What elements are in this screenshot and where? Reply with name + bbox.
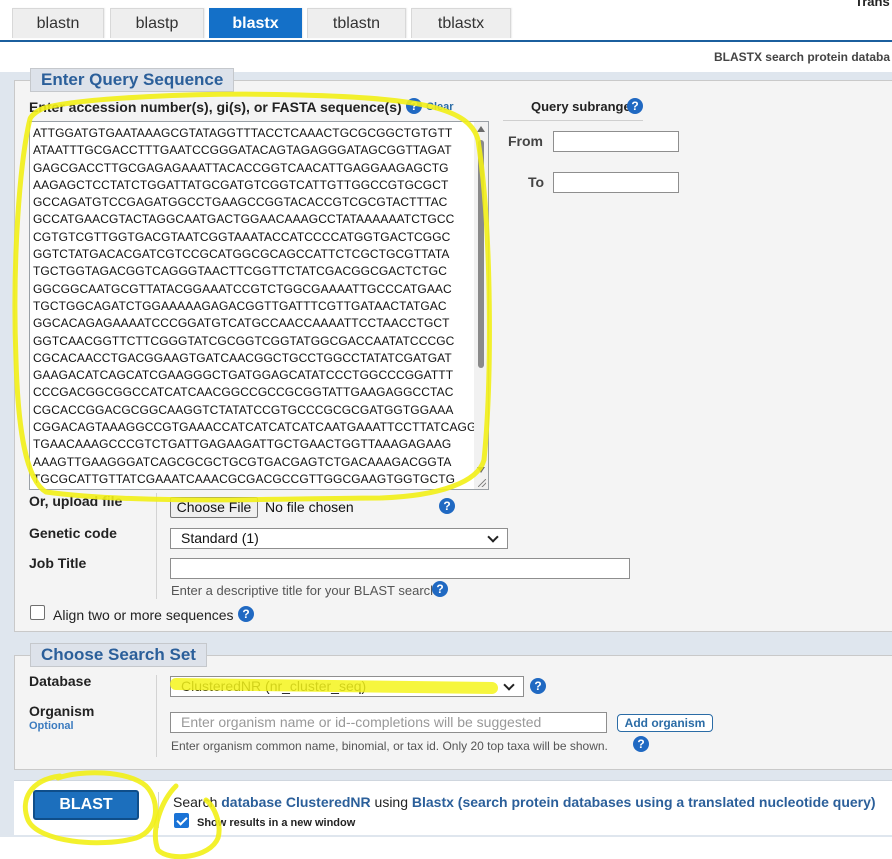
sequence-line: CGGACAGTAAAGGCCGTGAAACCATCATCATCATCAATGA… (33, 420, 477, 435)
accession-help-icon[interactable]: ? (406, 98, 422, 114)
sequence-line: CCCGACGGCGGCCATCATCAACGGCCGCCGCGGTATTGAA… (33, 385, 454, 400)
sequence-line: TGCTGGTAGACGGTCAGGGTAACTTCGGTTCTATCGACGG… (33, 264, 447, 279)
upload-help-icon[interactable]: ? (439, 498, 455, 514)
page-subtitle: BLASTX search protein databa (713, 50, 890, 64)
job-title-hint: Enter a descriptive title for your BLAST… (171, 583, 438, 598)
database-help-icon[interactable]: ? (530, 678, 546, 694)
genetic-code-label: Genetic code (29, 525, 117, 541)
sequence-line: AAAGTTGAAGGGATCAGCGCGCTGCGTGACGAGTCTGACA… (33, 454, 452, 469)
genetic-code-value: Standard (1) (181, 530, 259, 546)
organism-optional-label: Optional (29, 720, 74, 732)
sequence-line: TGCTGGCAGATCTGGAAAAAGAGACGGTTGATTTCGTTGA… (33, 298, 447, 313)
chevron-down-icon (487, 531, 499, 543)
organism-label: Organism (29, 703, 95, 719)
job-title-label: Job Title (29, 555, 87, 571)
sequence-line: CGCACCGGACGCGGCAAGGTCTATATCCGTGCCCGCGCGA… (33, 402, 454, 417)
tab-tblastx[interactable]: tblastx (411, 8, 511, 38)
scroll-down-arrow-icon[interactable] (477, 467, 485, 473)
tab-blastx[interactable]: blastx (209, 8, 302, 38)
to-label: To (528, 174, 545, 190)
sequence-line: GGTCAACGGTTCTTCGGGTATCGCGGTCGGTATGGCGACC… (33, 333, 455, 348)
tab-tblastn[interactable]: tblastn (307, 8, 406, 38)
sequence-line: CGCACAACCTGACGGAAGTGATCAACGGCTGCCTGGCCTA… (33, 350, 452, 365)
form-divider-line (156, 493, 157, 599)
subrange-from-input[interactable] (553, 131, 679, 152)
align-sequences-checkbox[interactable] (30, 605, 45, 620)
sequence-line: AACAACCTCTATTCGCTGACTCAGCTGCAGGTCTCTTTTG… (33, 488, 476, 489)
subrange-to-input[interactable] (553, 172, 679, 193)
scroll-up-arrow-icon[interactable] (477, 126, 485, 132)
tab-blastn[interactable]: blastn (12, 8, 104, 38)
organism-hint: Enter organism common name, binomial, or… (171, 739, 608, 753)
job-title-help-icon[interactable]: ? (432, 581, 448, 597)
sequence-line: GAGCGACCTTGCGAGAGAAATTACACCGGTCAACATTGAG… (33, 160, 449, 175)
organism-placeholder: Enter organism name or id--completions w… (181, 714, 542, 730)
genetic-code-select[interactable]: Standard (1) (170, 528, 508, 549)
blast-button[interactable]: BLAST (33, 790, 139, 820)
upload-label: Or, upload file (29, 493, 123, 509)
search-description: Search database ClusteredNR using Blastx… (173, 794, 876, 810)
header-cutoff-text: Trans (855, 0, 890, 9)
sequence-line: CGTGTCGTTGGTGACGTAATCGGTAAATACCATCCCCATG… (33, 229, 451, 244)
program-tab-bar: blastn blastp blastx tblastn tblastx Tra… (0, 0, 892, 43)
sequence-line: GGCGGCAATGCGTTATACGGAAATCCGTCTGGCGAAAATT… (33, 281, 452, 296)
tab-blastp[interactable]: blastp (110, 8, 204, 38)
chevron-down-icon (503, 679, 515, 691)
align-help-icon[interactable]: ? (238, 606, 254, 622)
organism-help-icon[interactable]: ? (633, 736, 649, 752)
align-sequences-label: Align two or more sequences (53, 607, 234, 623)
subrange-help-icon[interactable]: ? (627, 98, 643, 114)
sequence-line: TGAACAAAGCCCGTCTGATTGAGAAGATTGCTGAACTGGT… (33, 437, 452, 452)
from-label: From (508, 133, 543, 149)
scrollbar-thumb[interactable] (478, 140, 484, 368)
job-title-input[interactable] (170, 558, 630, 579)
organism-input[interactable]: Enter organism name or id--completions w… (170, 712, 607, 733)
clear-link[interactable]: Clear (426, 101, 454, 113)
accession-label: Enter accession number(s), gi(s), or FAS… (29, 99, 402, 115)
sequence-line: GGCACAGAGAAAATCCCGGATGTCATGCCAACCAAAATTC… (33, 316, 450, 331)
subrange-label: Query subrange (531, 99, 631, 114)
query-legend: Enter Query Sequence (30, 68, 235, 92)
search-set-legend: Choose Search Set (30, 643, 207, 667)
query-sequence-text: ATTGGATGTGAATAAAGCGTATAGGTTTACCTCAAACTGC… (33, 125, 477, 489)
search-using-word: using (374, 794, 408, 810)
database-label: Database (29, 673, 92, 689)
new-window-label: Show results in a new window (197, 817, 356, 829)
no-file-text: No file chosen (265, 499, 354, 515)
choose-file-button[interactable]: Choose File (170, 497, 258, 518)
sequence-line: TGCGCATTGTTATCGAAATCAAACGCGACGCCGTTGGCGA… (33, 471, 456, 486)
add-organism-button[interactable]: Add organism (617, 714, 713, 732)
search-set-divider (156, 675, 157, 757)
footer-divider (158, 792, 159, 828)
sequence-line: GCCATGAACGTACTAGGCAATGACTGGAACAAAGCCTATA… (33, 212, 455, 227)
sequence-line: AAGAGCTCCTATCTGGATTATGCGATGTCGGTCATTGTTG… (33, 177, 449, 192)
new-window-checkbox[interactable] (174, 813, 189, 828)
sequence-line: ATTGGATGTGAATAAAGCGTATAGGTTTACCTCAAACTGC… (33, 126, 453, 140)
sequence-line: GCCAGATGTCCGAGATGGCCTGAAGCCGGTACACCGTCGC… (33, 195, 448, 210)
database-value: ClusteredNR (nr_cluster_seq) (181, 678, 367, 694)
sequence-line: ATAATTTGCGACCTTTGAATCCGGGATACAGTAGAGGGAT… (33, 143, 452, 158)
sequence-line: GAAGACATCAGCATCGAAGGGCTGATGGAGCATATCCCTG… (33, 368, 454, 383)
search-prefix: Search (173, 794, 218, 810)
database-select[interactable]: ClusteredNR (nr_cluster_seq) (170, 676, 524, 697)
sequence-line: GGTCTATGACACGATCGTCCGCATGGCGCAGCCATTCTCG… (33, 247, 450, 262)
search-database-name[interactable]: database ClusteredNR (221, 794, 370, 810)
subrange-divider (503, 120, 643, 121)
resize-grip-icon[interactable] (478, 479, 486, 487)
search-program-name[interactable]: Blastx (search protein databases using a… (412, 794, 876, 810)
sequence-scrollbar[interactable] (474, 122, 488, 489)
query-sequence-textarea[interactable]: ATTGGATGTGAATAAAGCGTATAGGTTTACCTCAAACTGC… (29, 121, 489, 490)
